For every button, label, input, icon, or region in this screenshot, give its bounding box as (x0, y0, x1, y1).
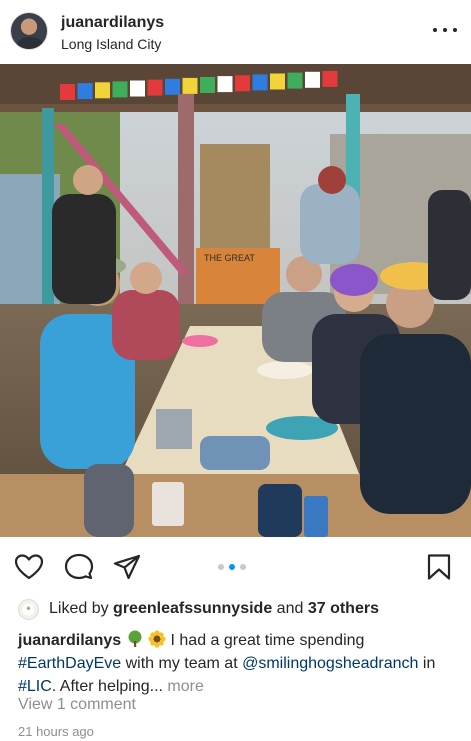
prayer-flag (130, 80, 145, 97)
post-photo[interactable]: THE GREAT (0, 64, 471, 537)
carousel-dot[interactable] (218, 564, 224, 570)
caption-text-1: I had a great time spending (170, 632, 365, 649)
carousel-indicator (218, 564, 246, 570)
caption-text-4: . After helping... (51, 678, 168, 695)
share-icon[interactable] (112, 553, 142, 581)
bookmark-icon[interactable] (424, 553, 454, 581)
caption-text-2: with my team at (121, 655, 243, 672)
post-header: juanardilanys Long Island City (0, 0, 471, 64)
plate (257, 361, 313, 379)
prayer-flag (270, 73, 285, 90)
hashtag-lic[interactable]: #LIC (18, 678, 52, 695)
tree-icon (128, 630, 142, 647)
comment-icon[interactable] (64, 553, 94, 581)
heart-icon[interactable] (14, 553, 44, 581)
carousel-dot-active[interactable] (229, 564, 235, 570)
likes-text: Liked by greenleafssunnyside and 37 othe… (49, 600, 379, 618)
prayer-flag (235, 75, 250, 92)
caption-username[interactable]: juanardilanys (18, 632, 121, 649)
prayer-flag (165, 78, 180, 95)
action-bar (0, 545, 471, 587)
prayer-flag (77, 83, 93, 100)
prayer-flag (322, 70, 338, 87)
prayer-flag (252, 74, 268, 91)
liker-avatar[interactable]: ❋ (18, 598, 39, 620)
prayer-flag (217, 76, 233, 93)
pergola-beam (0, 104, 471, 112)
soda-can (304, 496, 328, 537)
liker-username[interactable]: greenleafssunnyside (113, 600, 272, 617)
mention-smilinghogsheadranch[interactable]: @smilinghogsheadranch (242, 655, 418, 672)
avatar[interactable] (10, 12, 48, 50)
cooler-label: THE GREAT (204, 253, 255, 263)
caption: juanardilanys I had a great time spendin… (18, 629, 458, 698)
post-photo-illustration: THE GREAT (0, 64, 471, 537)
post-timestamp: 21 hours ago (18, 724, 94, 739)
post-location[interactable]: Long Island City (61, 36, 161, 52)
plastic-cup (152, 482, 184, 526)
blue-hat (200, 436, 270, 470)
likes-prefix: Liked by (49, 600, 109, 617)
prayer-flag (95, 82, 110, 99)
caption-more-link[interactable]: more (167, 678, 203, 695)
caption-text-3: in (418, 655, 436, 672)
prayer-flag (147, 79, 163, 96)
prayer-flag (182, 77, 198, 94)
prayer-flag (305, 71, 320, 88)
foreground-arm (84, 464, 134, 537)
more-icon[interactable] (433, 20, 457, 40)
hashtag-earthdayeve[interactable]: #EarthDayEve (18, 655, 121, 672)
prayer-flag (287, 72, 303, 89)
carousel-dot[interactable] (240, 564, 246, 570)
prayer-flag (60, 84, 75, 100)
likes-conjunction: and (276, 600, 304, 617)
post-username[interactable]: juanardilanys (61, 14, 164, 32)
likes-row: ❋ Liked by greenleafssunnyside and 37 ot… (18, 598, 379, 620)
sunflower-icon (148, 630, 166, 648)
likes-others[interactable]: 37 others (308, 600, 379, 617)
view-comments-link[interactable]: View 1 comment (18, 696, 136, 714)
prayer-flag (112, 81, 128, 98)
prayer-flag (200, 77, 215, 93)
water-bottle (258, 484, 302, 537)
pink-plate (182, 335, 218, 347)
metal-cup (156, 409, 192, 449)
